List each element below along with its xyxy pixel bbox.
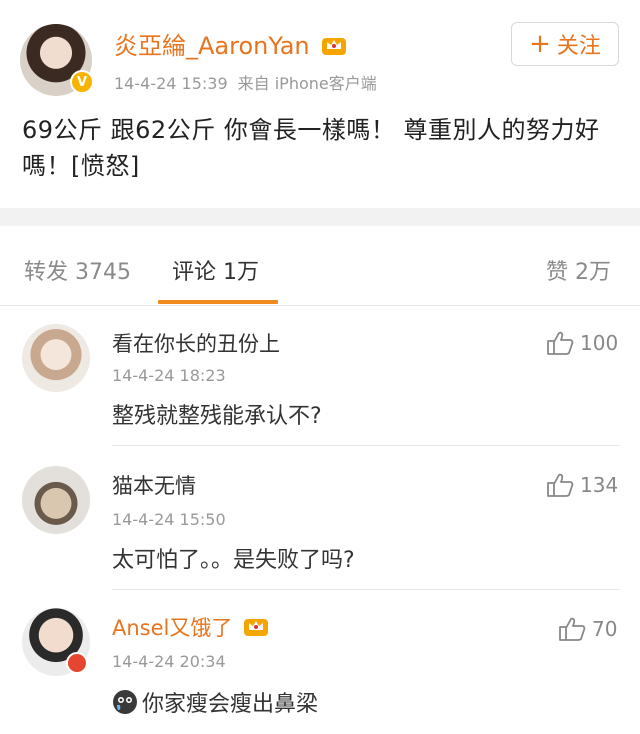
thumbs-up-icon — [547, 473, 574, 497]
commenter-name[interactable]: 猫本无情 — [112, 470, 196, 500]
post-tabs: 转发 3745 评论 1万 赞 2万 — [0, 226, 640, 306]
crown-icon — [244, 619, 269, 636]
follow-button[interactable]: + 关注 — [511, 22, 619, 66]
verified-badge: V — [70, 70, 94, 94]
crying-emoji-icon — [113, 690, 137, 714]
like-button[interactable]: 100 — [546, 330, 618, 356]
post-source: 来自 iPhone客户端 — [237, 74, 377, 93]
like-count: 70 — [592, 617, 618, 641]
commenter-name[interactable]: Ansel又饿了 — [112, 612, 269, 642]
like-button[interactable]: 134 — [546, 472, 618, 498]
active-tab-indicator — [158, 300, 278, 304]
comment-item: Ansel又饿了 14-4-24 20:34 你家瘦会瘦出鼻梁 70 — [0, 590, 640, 734]
member-badge-icon — [66, 652, 88, 674]
thumbs-up-icon — [559, 617, 586, 641]
commenter-name[interactable]: 看在你长的丑份上 — [112, 328, 280, 358]
post-header: V 炎亞綸_AaronYan 14-4-24 15:39 来自 iPhone客户端… — [0, 0, 640, 100]
thumbs-up-icon — [547, 331, 574, 355]
post-text: 69公斤 跟62公斤 你會長一樣嗎！ 尊重別人的努力好嗎！[愤怒] — [22, 116, 600, 180]
author-name[interactable]: 炎亞綸_AaronYan — [114, 26, 347, 61]
like-count: 100 — [580, 331, 619, 355]
comment-time: 14-4-24 18:23 — [112, 366, 226, 385]
comment-item: 猫本无情 14-4-24 15:50 太可怕了。。是失败了吗? 134 — [0, 446, 640, 590]
comment-text: 你家瘦会瘦出鼻梁 — [142, 692, 319, 717]
comment-text-row: 你家瘦会瘦出鼻梁 — [112, 686, 318, 718]
post-meta: 14-4-24 15:39 来自 iPhone客户端 — [114, 70, 377, 94]
like-count: 134 — [580, 473, 619, 497]
like-button[interactable]: 70 — [558, 616, 617, 642]
commenter-name-text[interactable]: Ansel又饿了 — [112, 616, 232, 640]
comment-time: 14-4-24 20:34 — [112, 652, 226, 671]
tab-repost[interactable]: 转发 3745 — [24, 254, 131, 286]
tab-likes[interactable]: 赞 2万 — [546, 254, 611, 286]
commenter-avatar[interactable] — [22, 466, 90, 534]
post-timestamp: 14-4-24 15:39 — [114, 74, 228, 93]
follow-label: 关注 — [556, 34, 601, 59]
crown-icon — [322, 38, 347, 55]
comment-text: 太可怕了。。是失败了吗? — [112, 548, 355, 573]
section-divider — [0, 208, 640, 226]
tab-comments[interactable]: 评论 1万 — [172, 254, 259, 286]
comment-item: 看在你长的丑份上 14-4-24 18:23 整残就整残能承认不? 100 — [0, 306, 640, 446]
commenter-avatar[interactable] — [22, 324, 90, 392]
plus-icon: + — [529, 29, 551, 59]
comment-text: 整残就整残能承认不? — [112, 404, 322, 429]
comment-time: 14-4-24 15:50 — [112, 510, 226, 529]
author-name-text[interactable]: 炎亞綸_AaronYan — [114, 32, 310, 60]
